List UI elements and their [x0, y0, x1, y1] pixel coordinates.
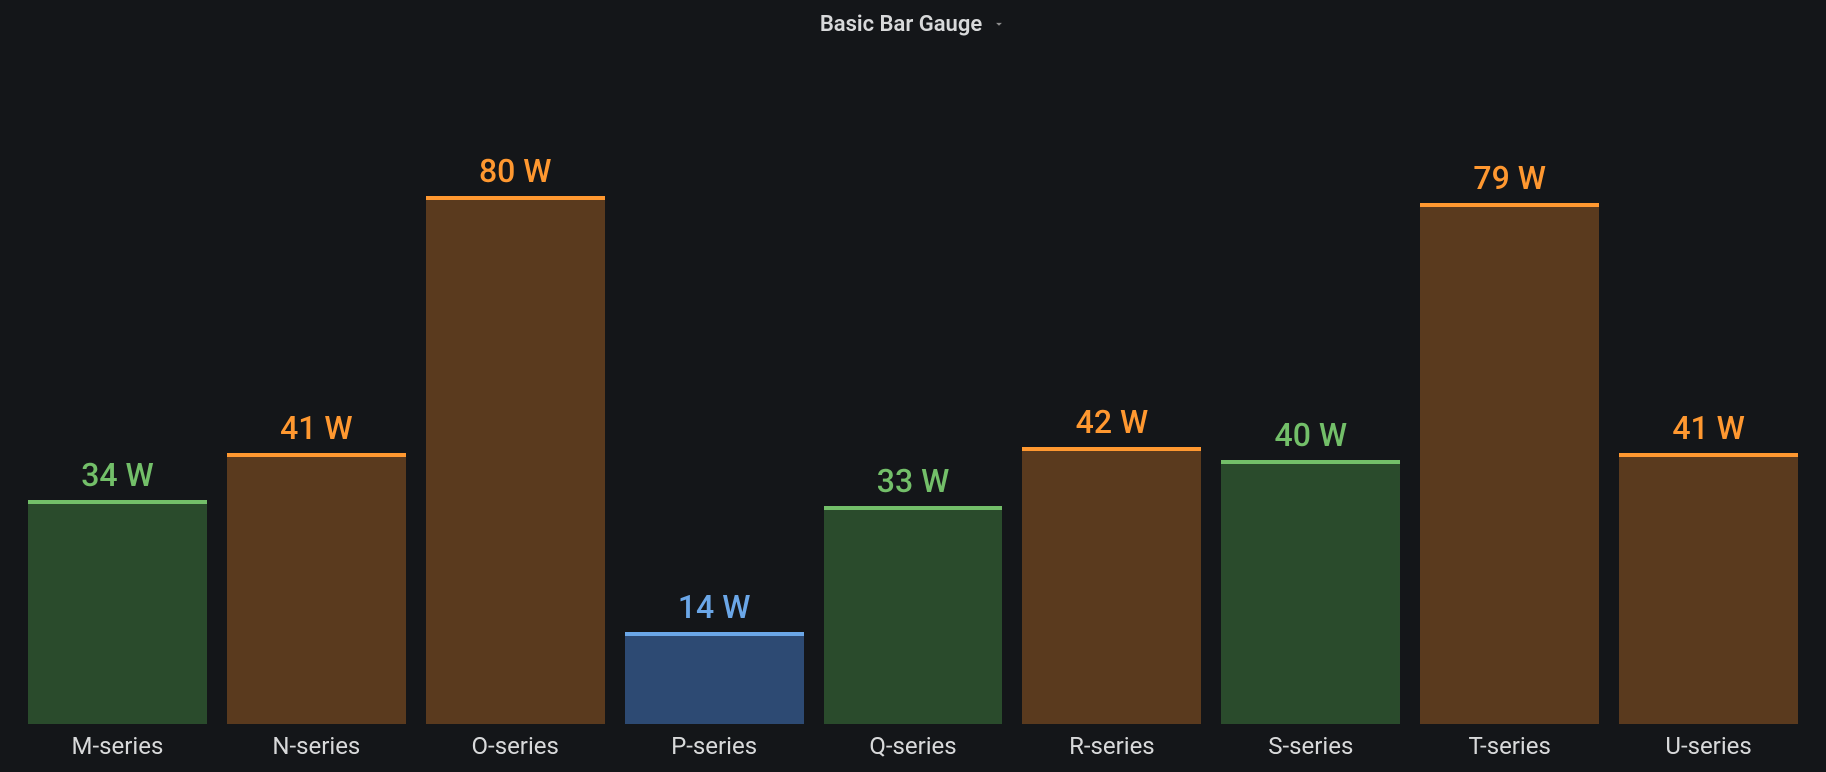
bar-gauge-bar	[227, 453, 406, 724]
bar-gauge-value: 41 W	[1619, 409, 1798, 447]
bar-gauge-label: M-series	[28, 732, 207, 760]
bar-gauge-value: 33 W	[824, 462, 1003, 500]
bar-gauge-column: 33 W Q-series	[824, 64, 1003, 760]
bar-gauge-track: 42 W	[1022, 64, 1201, 724]
bar-gauge-chart: 34 W M-series 41 W N-series 80 W O-series 14 W…	[0, 48, 1826, 772]
bar-gauge-column: 41 W N-series	[227, 64, 406, 760]
bar-gauge-bar	[1221, 460, 1400, 724]
bar-gauge-value: 14 W	[625, 588, 804, 626]
bar-gauge-panel: Basic Bar Gauge 34 W M-series 41 W N-series…	[0, 0, 1826, 772]
panel-header[interactable]: Basic Bar Gauge	[0, 0, 1826, 48]
bar-gauge-column: 42 W R-series	[1022, 64, 1201, 760]
bar-gauge-bar	[1022, 447, 1201, 724]
bar-gauge-track: 80 W	[426, 64, 605, 724]
bar-gauge-bar	[28, 500, 207, 724]
bar-gauge-value: 79 W	[1420, 159, 1599, 197]
bar-gauge-track: 41 W	[227, 64, 406, 724]
panel-title: Basic Bar Gauge	[820, 12, 982, 37]
bar-gauge-column: 80 W O-series	[426, 64, 605, 760]
bar-gauge-value: 41 W	[227, 409, 406, 447]
bar-gauge-label: R-series	[1022, 732, 1201, 760]
bar-gauge-label: T-series	[1420, 732, 1599, 760]
bar-gauge-bar	[426, 196, 605, 724]
bar-gauge-track: 14 W	[625, 64, 804, 724]
bar-gauge-column: 34 W M-series	[28, 64, 207, 760]
bar-gauge-label: P-series	[625, 732, 804, 760]
bar-gauge-label: N-series	[227, 732, 406, 760]
bar-gauge-bar	[1619, 453, 1798, 724]
bar-gauge-track: 34 W	[28, 64, 207, 724]
bar-gauge-value: 34 W	[28, 456, 207, 494]
bar-gauge-bar	[1420, 203, 1599, 724]
bar-gauge-value: 80 W	[426, 152, 605, 190]
bar-gauge-column: 79 W T-series	[1420, 64, 1599, 760]
bar-gauge-track: 33 W	[824, 64, 1003, 724]
bar-gauge-bar	[625, 632, 804, 724]
bar-gauge-track: 41 W	[1619, 64, 1798, 724]
bar-gauge-label: O-series	[426, 732, 605, 760]
bar-gauge-value: 42 W	[1022, 403, 1201, 441]
chevron-down-icon	[992, 17, 1006, 31]
bar-gauge-label: Q-series	[824, 732, 1003, 760]
bar-gauge-bar	[824, 506, 1003, 724]
bar-gauge-label: S-series	[1221, 732, 1400, 760]
bar-gauge-track: 79 W	[1420, 64, 1599, 724]
bar-gauge-column: 14 W P-series	[625, 64, 804, 760]
bar-gauge-value: 40 W	[1221, 416, 1400, 454]
bar-gauge-column: 41 W U-series	[1619, 64, 1798, 760]
bar-gauge-label: U-series	[1619, 732, 1798, 760]
bar-gauge-column: 40 W S-series	[1221, 64, 1400, 760]
bar-gauge-track: 40 W	[1221, 64, 1400, 724]
